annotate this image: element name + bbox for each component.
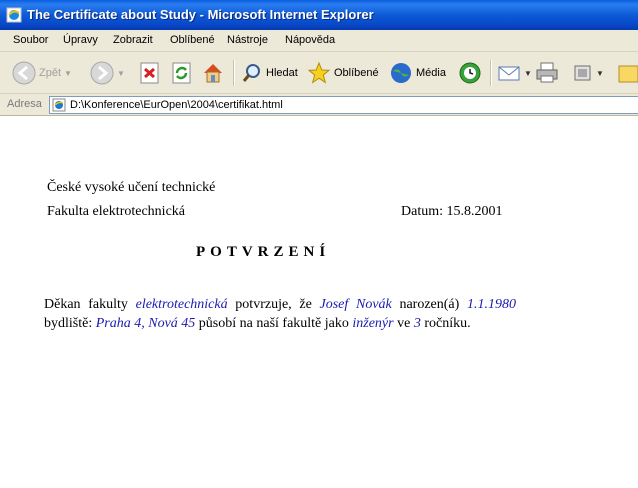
menu-view[interactable]: Zobrazit — [113, 34, 153, 46]
home-button[interactable] — [201, 59, 225, 87]
body-text: bydliště: — [44, 316, 96, 331]
messenger-button[interactable] — [618, 59, 638, 87]
media-label: Média — [416, 67, 446, 79]
favorites-label: Oblíbené — [334, 67, 379, 79]
address-bar: Adresa D:\Konference\EurOpen\2004\certif… — [0, 94, 638, 116]
page-content: České vysoké učení technické Fakulta ele… — [0, 117, 638, 488]
stop-icon — [140, 62, 159, 84]
back-arrow-icon — [12, 61, 36, 85]
printer-icon — [536, 62, 558, 83]
search-icon — [242, 64, 260, 82]
media-button[interactable]: Média — [389, 59, 446, 87]
body-text: narozen(á) — [391, 297, 468, 312]
home-icon — [204, 64, 222, 83]
page-icon — [52, 98, 66, 112]
mail-icon — [498, 66, 520, 81]
body-text: potvrzuje, že — [227, 297, 320, 312]
back-button[interactable]: Zpět ▼ — [12, 59, 72, 87]
favorites-button[interactable]: Oblíbené — [307, 59, 379, 87]
search-label: Hledat — [266, 67, 298, 79]
student-name-field: Josef Novák — [319, 297, 392, 312]
address-field[interactable]: D:\Konference\EurOpen\2004\certifikat.ht… — [49, 96, 638, 114]
edit-page-icon — [574, 65, 591, 81]
print-button[interactable] — [535, 59, 559, 87]
menu-favorites[interactable]: Oblíbené — [170, 34, 215, 46]
certificate-body: Děkan fakulty elektrotechnická potvrzuje… — [44, 295, 516, 333]
toolbar: Zpět ▼ ▼ Hledat Oblíbené Média ▼ ▼ — [0, 52, 638, 94]
faculty-name: Fakulta elektrotechnická — [47, 204, 185, 219]
refresh-button[interactable] — [171, 59, 193, 87]
star-icon — [307, 61, 331, 84]
year-field: 3 — [413, 316, 421, 331]
university-name: České vysoké učení technické — [47, 180, 216, 195]
history-button[interactable] — [458, 59, 482, 87]
toolbar-separator — [490, 60, 492, 86]
history-icon — [459, 62, 481, 84]
birth-date-field: 1.1.1980 — [467, 297, 517, 312]
address-label: Adresa — [7, 98, 42, 110]
search-button[interactable]: Hledat — [241, 59, 298, 87]
title-bar[interactable]: The Certificate about Study - Microsoft … — [0, 0, 638, 30]
menu-edit[interactable]: Úpravy — [63, 34, 98, 46]
mail-button[interactable]: ▼ — [497, 59, 532, 87]
role-field: inženýr — [352, 316, 394, 331]
body-text: ročníku. — [420, 316, 471, 331]
body-text: Děkan fakulty — [44, 297, 136, 312]
address-input[interactable]: D:\Konference\EurOpen\2004\certifikat.ht… — [70, 99, 283, 111]
forward-arrow-icon — [90, 61, 114, 85]
menu-bar: Soubor Úpravy Zobrazit Oblíbené Nástroje… — [0, 30, 638, 52]
menu-help[interactable]: Nápověda — [285, 34, 335, 46]
media-icon — [391, 63, 411, 83]
forward-button[interactable]: ▼ — [90, 59, 125, 87]
edit-dropdown-icon[interactable]: ▼ — [596, 69, 604, 78]
menu-tools[interactable]: Nástroje — [227, 34, 268, 46]
folder-icon — [618, 65, 638, 83]
window-title: The Certificate about Study - Microsoft … — [27, 7, 374, 22]
stop-button[interactable] — [139, 59, 161, 87]
mail-dropdown-icon[interactable]: ▼ — [524, 69, 532, 78]
address-field-value: Praha 4, Nová 45 — [95, 316, 196, 331]
edit-button[interactable]: ▼ — [573, 59, 604, 87]
body-text: ve — [393, 316, 414, 331]
faculty-field: elektrotechnická — [135, 297, 228, 312]
menu-file[interactable]: Soubor — [13, 34, 48, 46]
back-label: Zpět — [39, 67, 62, 79]
certificate-date: Datum: 15.8.2001 — [401, 204, 503, 219]
forward-dropdown-icon[interactable]: ▼ — [117, 69, 125, 78]
back-dropdown-icon[interactable]: ▼ — [64, 69, 72, 78]
refresh-icon — [172, 62, 191, 84]
toolbar-separator — [233, 60, 235, 86]
certificate-heading: POTVRZENÍ — [196, 244, 331, 260]
ie-window-icon[interactable] — [6, 7, 22, 23]
body-text: působí na naší fakultě jako — [195, 316, 353, 331]
